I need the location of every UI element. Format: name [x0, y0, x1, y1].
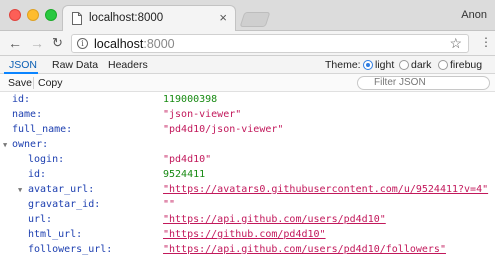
forward-arrow-icon[interactable]: → [30, 35, 44, 51]
json-url-link[interactable]: "https://github.com/pd4d10" [163, 229, 326, 240]
json-row: html_url: "https://github.com/pd4d10" [0, 227, 495, 243]
expand-triangle-icon[interactable]: ▼ [18, 186, 22, 194]
json-key: url: [28, 214, 53, 225]
json-url-link[interactable]: "https://avatars0.githubusercontent.com/… [163, 184, 488, 195]
json-url-link[interactable]: "https://api.github.com/users/pd4d10/fol… [163, 244, 446, 255]
json-row: id: 119000398 [0, 92, 495, 108]
json-row: gravatar_id: "" [0, 197, 495, 213]
json-key: name: [12, 109, 43, 120]
profile-name[interactable]: Anon [461, 9, 487, 21]
json-value: "" [163, 199, 176, 210]
json-key: followers_url: [28, 244, 113, 255]
title-bar: localhost:8000 × Anon [0, 0, 495, 31]
expand-triangle-icon[interactable]: ▼ [3, 141, 7, 149]
viewer-tab-bar: JSON Raw Data Headers Theme: light dark … [0, 56, 495, 74]
action-bar: Save Copy Filter JSON [0, 74, 495, 92]
tab-title: localhost:8000 [89, 12, 164, 24]
json-key: id: [28, 169, 47, 180]
json-key[interactable]: owner: [12, 139, 48, 150]
close-window-button[interactable] [9, 9, 21, 21]
json-row: id: 9524411 [0, 167, 495, 183]
json-key: id: [12, 94, 31, 105]
json-value: "pd4d10/json-viewer" [163, 124, 284, 135]
json-row: name: "json-viewer" [0, 107, 495, 123]
tab-raw-data[interactable]: Raw Data [52, 59, 98, 71]
close-tab-icon[interactable]: × [219, 10, 227, 25]
url-text[interactable]: localhost:8000 [94, 37, 175, 51]
json-row: url: "https://api.github.com/users/pd4d1… [0, 212, 495, 228]
save-button[interactable]: Save [8, 77, 32, 89]
json-value: "json-viewer" [163, 109, 242, 120]
minimize-window-button[interactable] [27, 9, 39, 21]
browser-toolbar: ← → ↻ i localhost:8000 ☆ ⋮ [0, 31, 495, 56]
theme-dark-radio[interactable] [399, 60, 409, 70]
filter-json-input[interactable]: Filter JSON [357, 76, 490, 90]
copy-button[interactable]: Copy [38, 77, 63, 89]
theme-dark-label[interactable]: dark [411, 59, 431, 71]
json-url-link[interactable]: "https://api.github.com/users/pd4d10" [163, 214, 386, 225]
url-port: :8000 [143, 37, 175, 51]
filter-placeholder: Filter JSON [374, 77, 426, 88]
json-key: full_name: [12, 124, 73, 135]
info-icon[interactable]: i [77, 38, 88, 49]
json-value: 119000398 [163, 94, 218, 105]
theme-firebug-radio[interactable] [438, 60, 448, 70]
json-key: login: [28, 154, 65, 165]
zoom-window-button[interactable] [45, 9, 57, 21]
document-icon [72, 12, 82, 25]
json-row[interactable]: ▼ owner: [0, 137, 495, 153]
json-tree: id: 119000398 name: "json-viewer" full_n… [0, 92, 495, 255]
json-row: login: "pd4d10" [0, 152, 495, 168]
json-row: followers_url: "https://api.github.com/u… [0, 242, 495, 255]
new-tab-button[interactable] [239, 12, 271, 27]
browser-tab[interactable]: localhost:8000 × [62, 5, 236, 31]
url-host: localhost [94, 37, 144, 51]
tab-json[interactable]: JSON [9, 59, 37, 71]
json-row: full_name: "pd4d10/json-viewer" [0, 122, 495, 138]
json-value: 9524411 [163, 169, 206, 180]
button-divider [33, 77, 34, 89]
bookmark-star-icon[interactable]: ☆ [449, 35, 462, 52]
json-key: html_url: [28, 229, 83, 240]
json-row[interactable]: ▼ avatar_url: "https://avatars0.githubus… [0, 182, 495, 198]
json-value: "pd4d10" [163, 154, 212, 165]
theme-light-radio[interactable] [363, 60, 373, 70]
reload-icon[interactable]: ↻ [52, 35, 63, 51]
theme-light-label[interactable]: light [375, 59, 394, 71]
tab-headers[interactable]: Headers [108, 59, 148, 71]
json-key: gravatar_id: [28, 199, 101, 210]
address-bar[interactable]: i localhost:8000 ☆ [71, 34, 469, 53]
theme-firebug-label[interactable]: firebug [450, 59, 482, 71]
back-arrow-icon[interactable]: ← [8, 35, 22, 51]
json-key[interactable]: avatar_url: [28, 184, 94, 195]
theme-label: Theme: [325, 59, 361, 71]
menu-kebab-icon[interactable]: ⋮ [480, 36, 492, 49]
